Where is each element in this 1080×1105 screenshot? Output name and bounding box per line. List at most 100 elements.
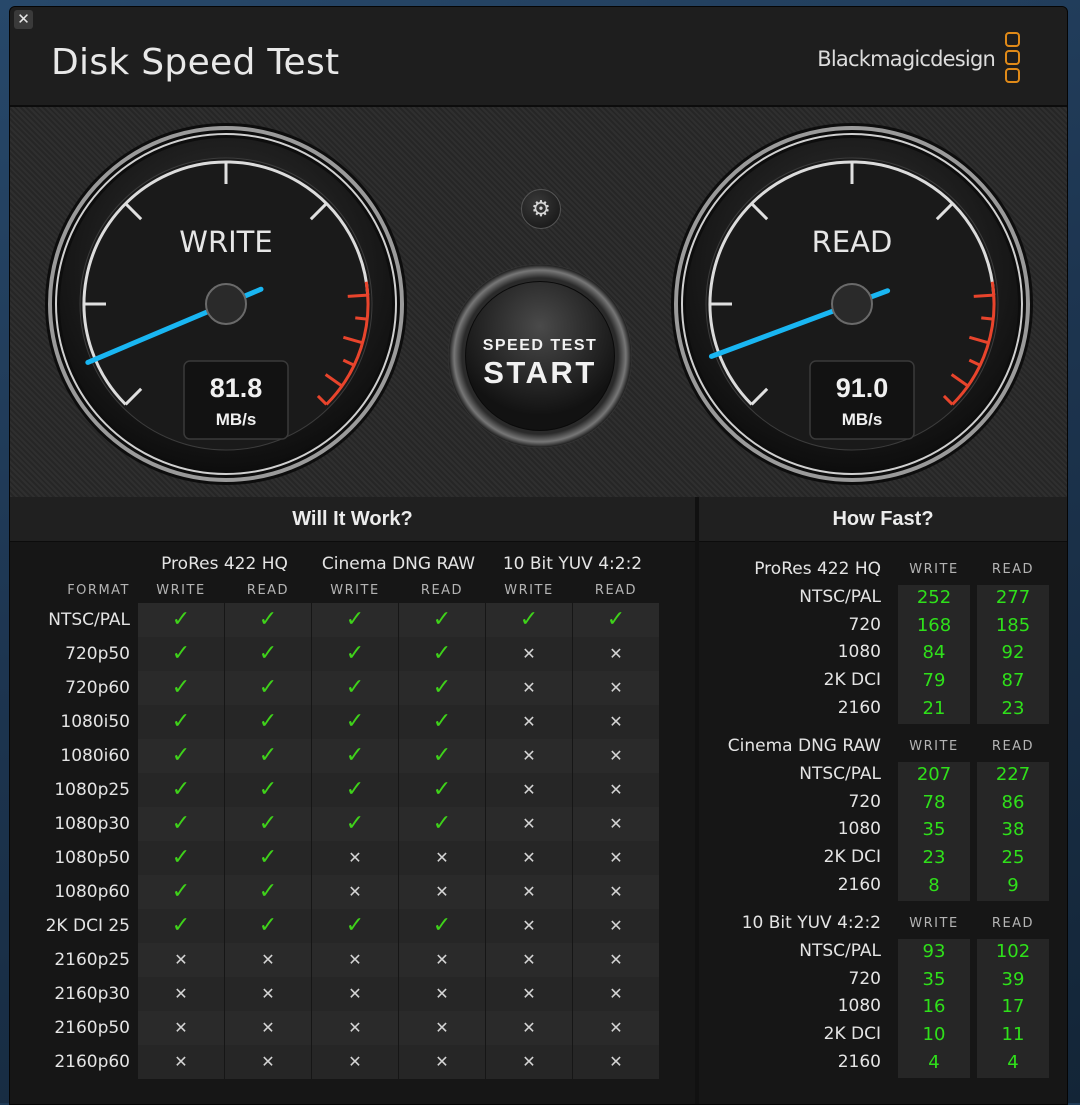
write-gauge-value: 81.8 <box>210 373 263 403</box>
check-icon: ✓ <box>606 607 626 632</box>
cross-icon: ✕ <box>348 1052 362 1071</box>
write-fps-value: 78 <box>922 791 946 813</box>
how-fast-format-label: 1080 <box>837 996 881 1017</box>
format-row-label: 1080p25 <box>54 780 130 800</box>
read-fps-value: 39 <box>1001 968 1025 990</box>
write-column-header: WRITE <box>909 562 959 577</box>
check-icon: ✓ <box>171 607 191 632</box>
read-column-header: READ <box>991 739 1035 754</box>
settings-gear-icon[interactable]: ⚙ <box>521 189 561 229</box>
subcolumn-header: READ <box>594 583 638 598</box>
cross-icon: ✕ <box>609 644 623 663</box>
start-button-subtitle: SPEED TEST <box>482 337 598 354</box>
write-fps-value: 35 <box>922 968 946 990</box>
cross-icon: ✕ <box>609 814 623 833</box>
check-icon: ✓ <box>345 641 365 666</box>
how-fast-format-label: 720 <box>848 791 881 812</box>
how-fast-format-label: 1080 <box>837 642 881 663</box>
check-icon: ✓ <box>258 913 278 938</box>
read-gauge-redline-tick <box>973 293 994 298</box>
format-row-label: 1080p60 <box>54 882 130 902</box>
check-icon: ✓ <box>171 675 191 700</box>
write-fps-value: 10 <box>922 1024 946 1046</box>
how-fast-format-label: 1080 <box>837 819 881 840</box>
check-icon: ✓ <box>258 811 278 836</box>
cross-icon: ✕ <box>609 882 623 901</box>
read-gauge-redline-tick <box>981 316 994 321</box>
check-icon: ✓ <box>171 879 191 904</box>
app-title: Disk Speed Test <box>51 42 340 83</box>
check-icon: ✓ <box>171 845 191 870</box>
write-gauge: WRITE 81.8 MB/s <box>45 123 407 485</box>
read-column-header: READ <box>991 562 1035 577</box>
cross-icon: ✕ <box>609 848 623 867</box>
cross-icon: ✕ <box>174 984 188 1003</box>
how-fast-panel: How Fast? ProRes 422 HQ WRITE READ NTSC/PAL… <box>699 497 1067 1104</box>
read-gauge-unit: MB/s <box>842 410 883 429</box>
how-fast-section-title: 10 Bit YUV 4:2:2 <box>741 913 881 933</box>
subcolumn-header: WRITE <box>156 583 206 598</box>
check-icon: ✓ <box>345 607 365 632</box>
check-icon: ✓ <box>258 845 278 870</box>
write-gauge-redline-tick <box>355 316 368 321</box>
cross-icon: ✕ <box>261 984 275 1003</box>
write-gauge-label: WRITE <box>179 225 272 259</box>
how-fast-format-label: 2K DCI <box>823 847 881 868</box>
cross-icon: ✕ <box>348 984 362 1003</box>
cross-icon: ✕ <box>348 882 362 901</box>
will-it-work-title: Will It Work? <box>10 497 695 542</box>
cross-icon: ✕ <box>609 678 623 697</box>
check-icon: ✓ <box>432 811 452 836</box>
read-gauge: READ 91.0 MB/s <box>671 123 1033 485</box>
read-fps-value: 277 <box>995 587 1031 608</box>
cross-icon: ✕ <box>522 882 536 901</box>
write-fps-value: 207 <box>916 764 952 785</box>
subcolumn-header: WRITE <box>330 583 380 598</box>
format-row-label: 2160p30 <box>54 984 130 1004</box>
check-icon: ✓ <box>345 675 365 700</box>
write-fps-value: 84 <box>922 642 946 664</box>
how-fast-format-label: 2160 <box>837 874 881 895</box>
subcolumn-header: READ <box>246 583 290 598</box>
subcolumn-header: WRITE <box>504 583 554 598</box>
how-fast-format-label: 720 <box>848 968 881 989</box>
cross-icon: ✕ <box>522 916 536 935</box>
read-fps-value: 23 <box>1001 697 1025 719</box>
format-row-label: 720p60 <box>65 678 130 698</box>
cross-icon: ✕ <box>261 1018 275 1037</box>
read-fps-value: 227 <box>995 764 1031 785</box>
write-fps-value: 252 <box>916 587 952 608</box>
format-row-label: NTSC/PAL <box>48 610 130 630</box>
read-fps-value: 86 <box>1001 791 1025 813</box>
read-fps-value: 92 <box>1001 642 1025 664</box>
write-fps-value: 79 <box>922 670 946 692</box>
cross-icon: ✕ <box>435 984 449 1003</box>
read-fps-value: 25 <box>1001 847 1025 869</box>
check-icon: ✓ <box>432 641 452 666</box>
check-icon: ✓ <box>258 675 278 700</box>
cross-icon: ✕ <box>174 1018 188 1037</box>
check-icon: ✓ <box>258 777 278 802</box>
format-group-header: 10 Bit YUV 4:2:2 <box>502 554 643 574</box>
write-gauge-needle-hub <box>205 283 247 325</box>
format-row-label: 1080i50 <box>60 712 130 732</box>
check-icon: ✓ <box>432 913 452 938</box>
read-fps-value: 4 <box>1007 1051 1019 1073</box>
read-fps-value: 185 <box>995 614 1031 636</box>
read-fps-value: 38 <box>1001 819 1025 841</box>
write-fps-value: 16 <box>922 996 946 1018</box>
close-icon[interactable]: ✕ <box>14 10 33 29</box>
start-button[interactable]: SPEED TEST START <box>465 281 615 431</box>
read-fps-value: 102 <box>995 941 1031 962</box>
write-gauge-redline-tick <box>347 293 368 298</box>
check-icon: ✓ <box>258 743 278 768</box>
cross-icon: ✕ <box>435 848 449 867</box>
title-bar: ✕ Disk Speed Test Blackmagicdesign <box>10 7 1067 107</box>
cross-icon: ✕ <box>261 950 275 969</box>
cross-icon: ✕ <box>174 950 188 969</box>
check-icon: ✓ <box>432 709 452 734</box>
check-icon: ✓ <box>171 777 191 802</box>
format-group-header: ProRes 422 HQ <box>161 554 288 574</box>
subcolumn-header: READ <box>420 583 464 598</box>
check-icon: ✓ <box>432 777 452 802</box>
